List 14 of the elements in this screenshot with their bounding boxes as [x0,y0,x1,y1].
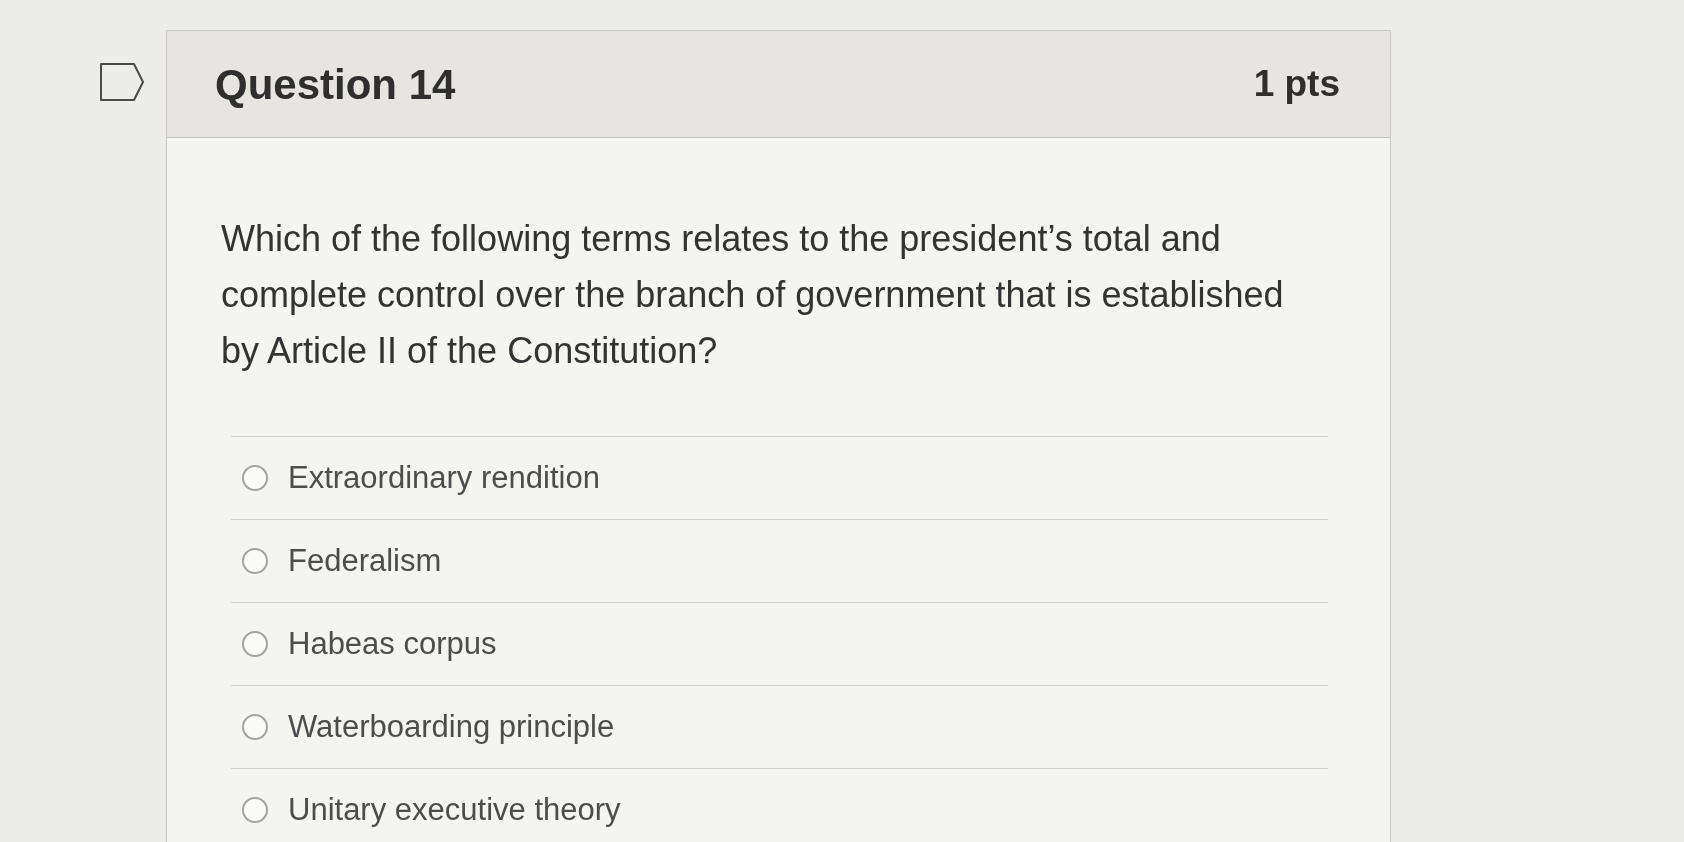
radio-button[interactable] [242,631,268,657]
option-label: Extraordinary rendition [288,458,600,497]
points-label: 1 pts [1253,62,1340,107]
radio-button[interactable] [242,797,268,823]
flag-icon[interactable] [100,63,144,101]
option-label: Waterboarding principle [288,707,615,746]
option-label: Federalism [288,541,442,580]
radio-button[interactable] [242,548,268,574]
question-text: Which of the following terms relates to the president’s total and complete control over the branch of government that is established by Article II of the Constitution? [221,217,1285,373]
option-label: Habeas corpus [288,624,497,663]
radio-button[interactable] [242,465,268,491]
option-label: Unitary executive theory [288,790,621,829]
radio-button[interactable] [242,714,268,740]
question-title: Question 14 [215,59,456,110]
